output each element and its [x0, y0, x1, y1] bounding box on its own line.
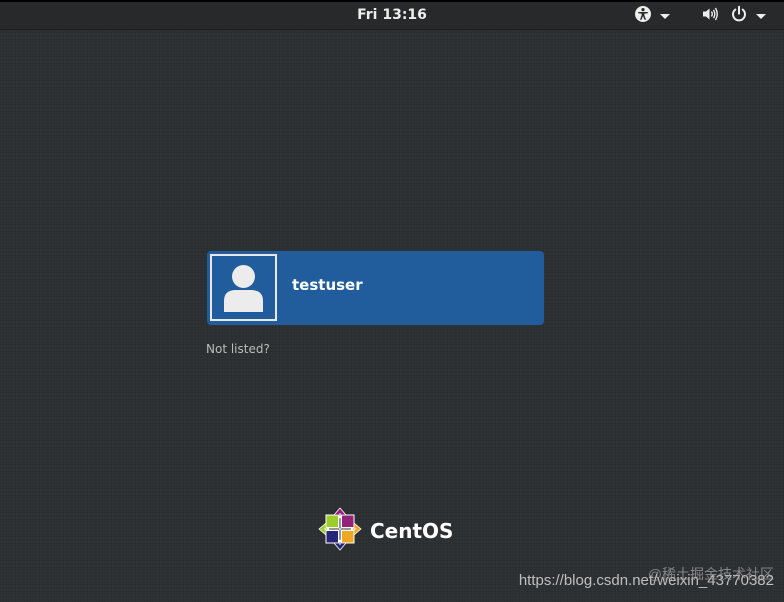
centos-logo-icon [318, 507, 362, 555]
system-menu[interactable] [701, 5, 769, 27]
default-user-avatar-icon [210, 254, 277, 321]
accessibility-icon [634, 5, 652, 27]
centos-logo-text: CentOS [370, 519, 454, 543]
volume-icon [701, 5, 719, 27]
chevron-down-icon [756, 13, 766, 19]
watermark: https://blog.csdn.net/weixin_43770382 @稀… [519, 566, 774, 589]
top-edge [0, 0, 784, 2]
username-label: testuser [292, 276, 363, 294]
not-listed-link[interactable]: Not listed? [206, 342, 270, 356]
power-icon [730, 5, 748, 27]
top-bar: Fri 13:16 [0, 0, 784, 30]
chevron-down-icon [660, 13, 670, 19]
watermark-logo: @稀土掘金技术社区 [647, 566, 774, 582]
accessibility-menu[interactable] [634, 5, 674, 27]
user-list-item-testuser[interactable]: testuser [207, 251, 544, 325]
centos-logo: CentOS [318, 507, 453, 555]
